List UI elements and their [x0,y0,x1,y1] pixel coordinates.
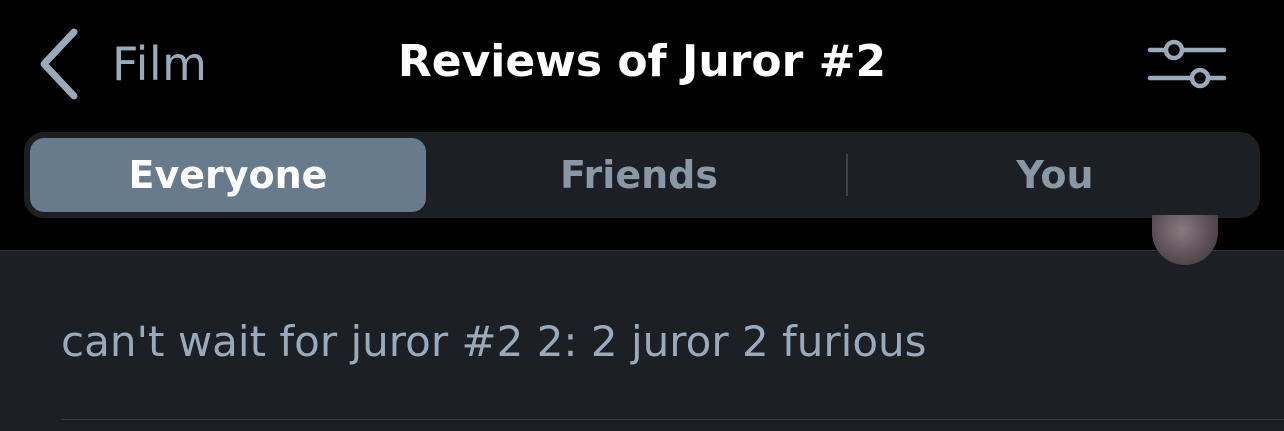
nav-header: Film Reviews of Juror #2 Everyone Friend… [0,0,1284,250]
tab-you[interactable]: You [850,138,1260,212]
sliders-icon [1146,39,1228,98]
review-text[interactable]: can't wait for juror #2 2: 2 juror 2 fur… [61,317,927,366]
tab-divider [846,154,848,196]
tab-friends[interactable]: Friends [430,138,848,212]
page-title: Reviews of Juror #2 [397,36,887,87]
screen: Film Reviews of Juror #2 Everyone Friend… [0,0,1284,431]
review-list: can't wait for juror #2 2: 2 juror 2 fur… [0,215,1284,431]
chevron-left-icon [38,28,80,100]
back-button[interactable]: Film [38,26,207,102]
tab-everyone[interactable]: Everyone [30,138,426,212]
audience-tabs: Everyone Friends You [24,132,1260,218]
row-divider [61,419,1284,420]
filter-button[interactable] [1146,38,1228,94]
back-label: Film [112,37,208,91]
avatar[interactable] [1152,215,1218,265]
